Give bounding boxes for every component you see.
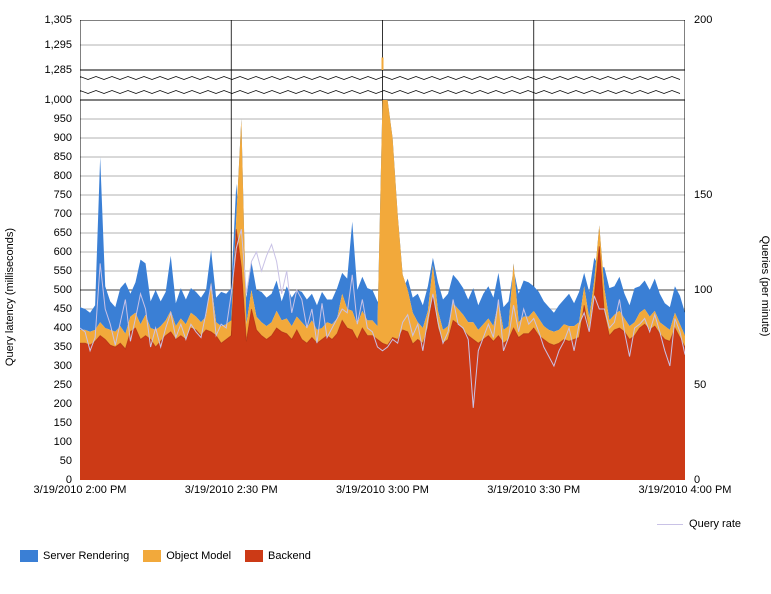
x-axis-ticks: 3/19/2010 2:00 PM3/19/2010 2:30 PM3/19/2… [80, 484, 685, 500]
legend-label: Object Model [166, 550, 231, 562]
legend-item: Server Rendering [20, 550, 129, 562]
chart-svg [80, 20, 685, 480]
legend-label: Query rate [689, 518, 741, 530]
swatch [20, 550, 38, 562]
swatch [245, 550, 263, 562]
swatch [143, 550, 161, 562]
legend-stacked: Server Rendering Object Model Backend [20, 550, 311, 562]
y-axis-label-right: Queries (per minute) [759, 235, 771, 336]
legend-label: Backend [268, 550, 311, 562]
y-axis-ticks-right: 050100150200 [690, 20, 740, 480]
line-swatch [657, 524, 683, 525]
latency-chart: Query latency (milliseconds) Queries (pe… [10, 10, 761, 584]
legend-query-rate: Query rate [657, 518, 741, 530]
y-axis-ticks-left: 0501001502002503003504004505005506006507… [10, 20, 76, 480]
legend-item: Object Model [143, 550, 231, 562]
legend-item: Backend [245, 550, 311, 562]
legend-label: Server Rendering [43, 550, 129, 562]
plot-area [80, 20, 685, 480]
